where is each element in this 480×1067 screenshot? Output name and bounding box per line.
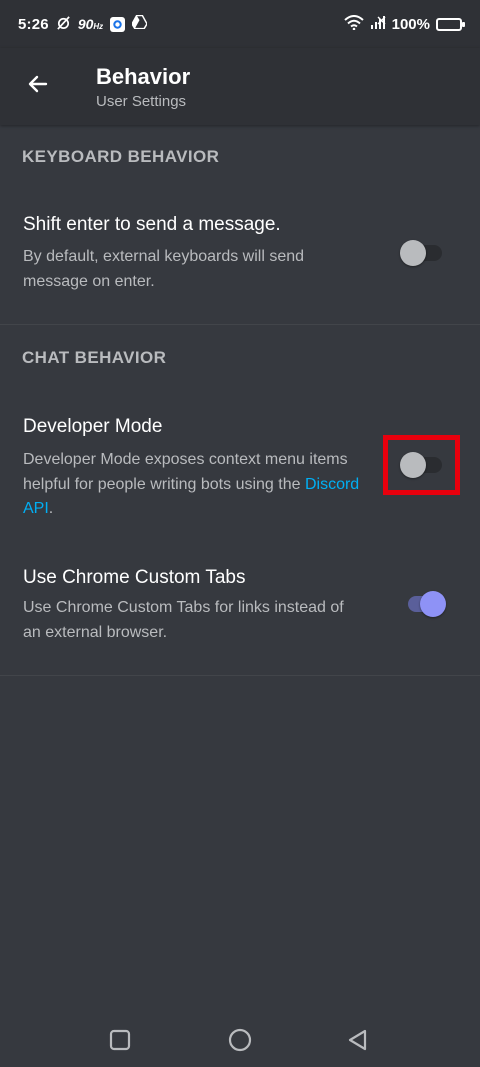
battery-percent: 100% [391,15,430,33]
status-bar: 5:26 90Hz 100% [0,0,480,48]
alarm-off-icon [56,15,71,34]
app-bar: Behavior User Settings [0,48,480,125]
triangle-back-icon [346,1029,370,1056]
home-button[interactable] [228,1028,252,1052]
setting-title: Shift enter to send a message. [23,214,281,235]
description-end: . [48,500,54,517]
setting-title: Use Chrome Custom Tabs [23,567,246,588]
refresh-rate: 90Hz [78,16,103,32]
wifi-icon [343,14,364,34]
battery-icon [436,17,465,31]
drive-icon [131,14,149,33]
chrome-custom-tabs-toggle[interactable] [400,589,448,619]
toggle-knob [400,240,426,266]
highlight-box [383,435,460,495]
toggle-knob [420,591,446,617]
setting-shift-enter[interactable]: Shift enter to send a message. By defaul… [0,196,480,306]
page-title: Behavior [96,64,191,89]
section-divider [0,324,480,325]
circle-icon [228,1028,252,1056]
description-text: Developer Mode exposes context menu item… [23,451,348,493]
status-time: 5:26 [18,15,49,33]
section-header-chat-behavior: CHAT BEHAVIOR [22,348,167,367]
recents-button[interactable] [108,1028,132,1052]
setting-title: Developer Mode [23,416,163,437]
refresh-rate-value: 90 [77,16,94,32]
section-header-keyboard-behavior: KEYBOARD BEHAVIOR [22,147,220,166]
refresh-rate-unit: Hz [93,22,104,31]
setting-chrome-custom-tabs[interactable]: Use Chrome Custom Tabs Use Chrome Custom… [0,555,480,665]
setting-description: By default, external keyboards will send… [23,248,305,290]
back-button[interactable] [16,64,60,108]
shift-enter-toggle[interactable] [398,238,446,268]
section-divider [0,675,480,676]
arrow-left-icon [26,72,50,101]
status-left: 5:26 90Hz [18,14,149,34]
system-nav-bar [0,1010,480,1067]
setting-description: Developer Mode exposes context menu item… [23,448,363,522]
settings-notification-icon [110,16,126,32]
square-icon [108,1029,132,1056]
back-nav-button[interactable] [346,1028,370,1052]
status-right: 100% [343,14,465,34]
page-subtitle: User Settings [96,93,187,110]
no-signal-icon [370,15,386,34]
setting-description: Use Chrome Custom Tabs for links instead… [23,599,344,641]
